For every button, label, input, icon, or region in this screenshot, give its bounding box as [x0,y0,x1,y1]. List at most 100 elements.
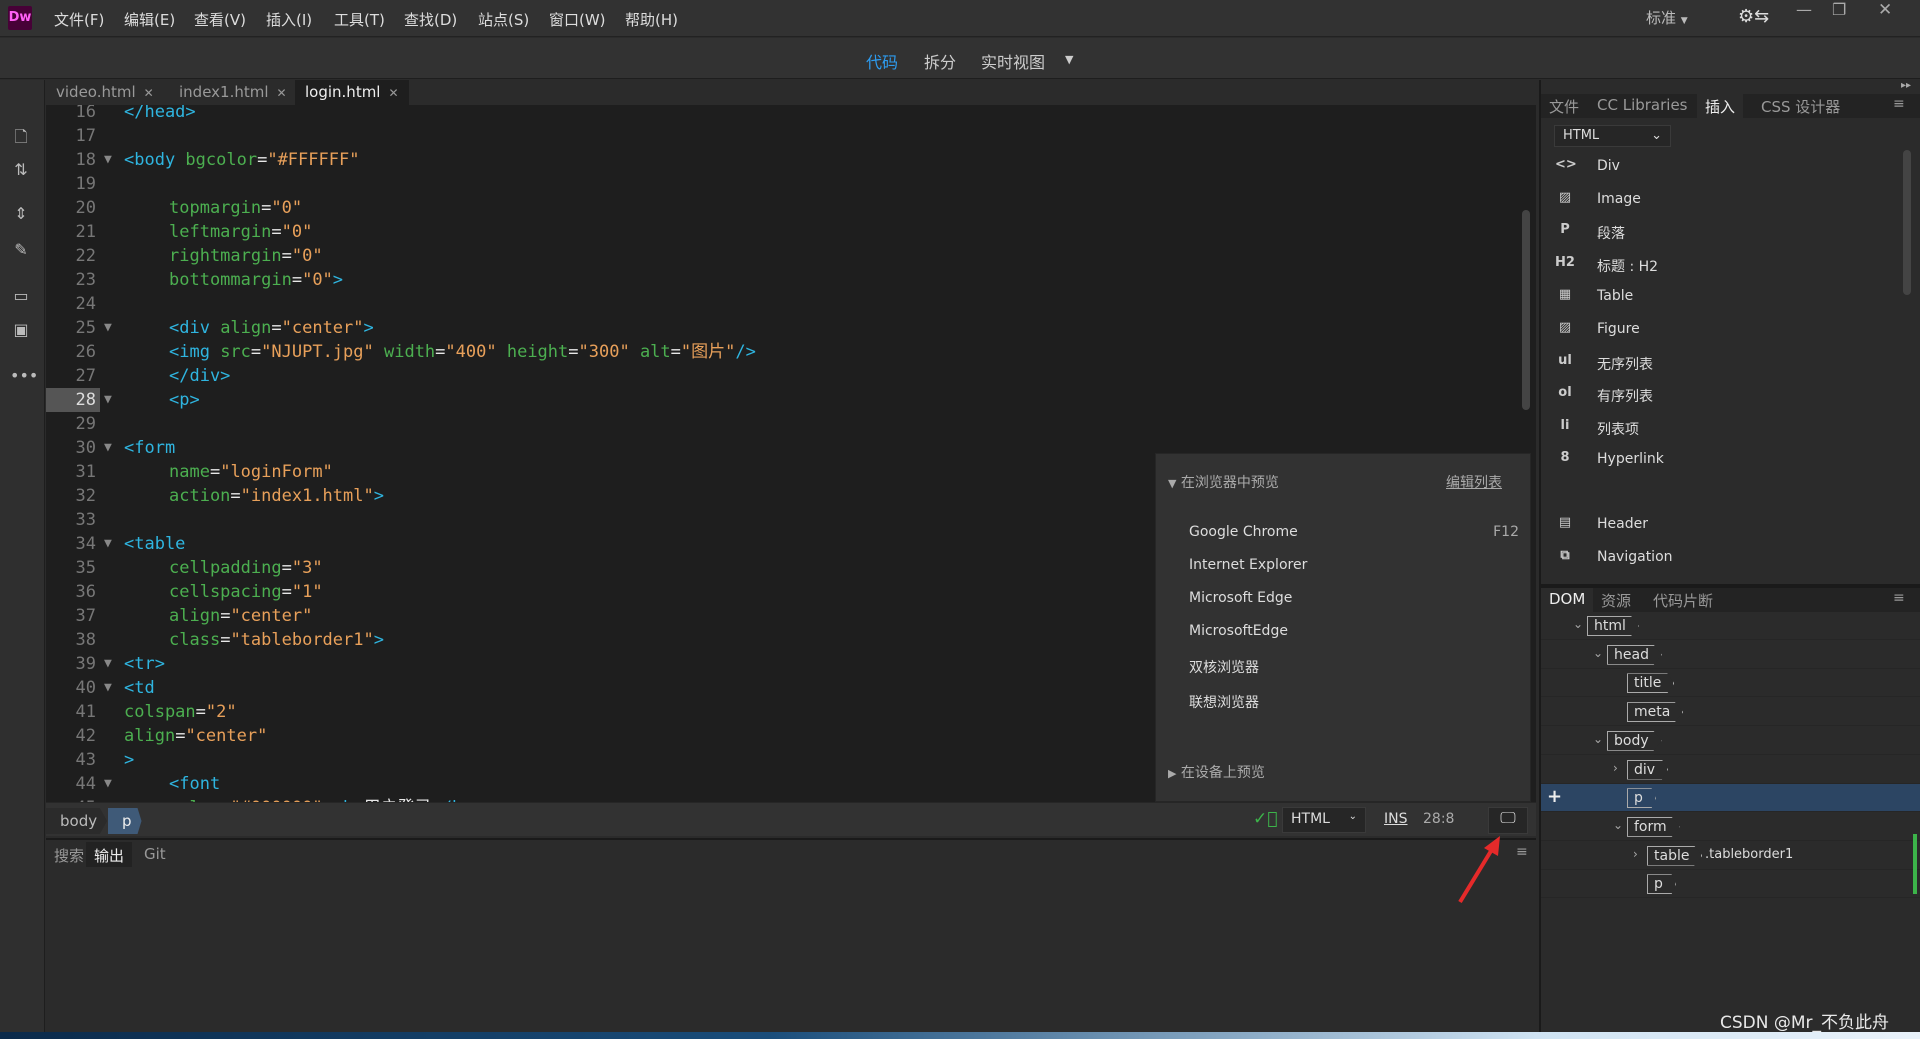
section-label: 在浏览器中预览 [1180,475,1279,491]
insert-scrollbar[interactable] [1903,150,1911,295]
add-element-icon[interactable]: + [1547,786,1562,807]
menu-item[interactable]: 文件(F) [54,9,104,30]
menu-item[interactable]: 帮助(H) [625,9,678,30]
tab-login-html[interactable]: login.html ✕ [295,80,409,105]
browser-item[interactable]: Microsoft Edge [1189,590,1519,606]
panel-tab[interactable]: 插入 [1697,94,1744,118]
insert-item[interactable]: ▨ Figure [1541,316,1901,346]
dom-panel-tab[interactable]: 资源 [1593,588,1639,612]
insert-item[interactable]: ⧉ Navigation [1541,544,1901,574]
dom-node[interactable]: p [1541,870,1920,899]
dom-node[interactable]: › table .tableborder1 [1541,842,1920,870]
insert-item[interactable]: 8 Hyperlink [1541,446,1901,476]
menu-item[interactable]: 站点(S) [478,9,529,30]
workspace-switcher[interactable]: 标准 ▼ [1646,7,1688,28]
chevron-down-icon[interactable]: ⌄ [1613,818,1623,832]
format-icon[interactable]: ✎ [10,240,32,262]
browser-item[interactable]: 联想浏览器 [1189,692,1519,712]
fold-arrow-icon[interactable]: ▼ [104,148,112,172]
menu-item[interactable]: 查找(D) [404,9,457,30]
more-icon[interactable]: ••• [10,366,38,388]
file-icon[interactable]: 🗋 [10,126,32,148]
sync-settings-icon[interactable]: ⚙⇆ [1738,6,1769,27]
insert-item[interactable]: ▨ Image [1541,186,1901,216]
insert-item[interactable]: ul 无序列表 [1541,349,1901,379]
insert-item[interactable]: <> Div [1541,153,1901,183]
code-view-button[interactable]: 代码 [866,49,898,73]
tab-video-html[interactable]: video.html ✕ [46,80,164,105]
fold-arrow-icon[interactable]: ▼ [104,436,112,460]
collapse-icon[interactable]: ▸▸ [1901,80,1911,91]
browser-item[interactable]: Google Chrome F12 [1189,524,1519,540]
preview-browser-section[interactable]: ▼ 在浏览器中预览 [1168,472,1279,492]
fold-arrow-icon[interactable]: ▼ [104,772,112,796]
close-icon[interactable]: ✕ [388,86,398,100]
breadcrumb-body[interactable]: body [46,808,108,834]
tab-index1-html[interactable]: index1.html ✕ [169,80,297,105]
caret-down-icon[interactable]: ▼ [1065,53,1073,66]
dom-panel-tab[interactable]: 代码片断 [1645,588,1721,612]
live-view-button[interactable]: 实时视图 [981,49,1045,73]
panel-menu-icon[interactable]: ≡ [1516,844,1528,860]
edit-list-link[interactable]: 编辑列表 [1446,472,1502,492]
chevron-right-icon[interactable]: › [1613,761,1618,775]
fold-arrow-icon[interactable]: ▼ [104,676,112,700]
menu-item[interactable]: 编辑(E) [124,9,175,30]
split-view-button[interactable]: 拆分 [924,49,956,73]
restore-icon[interactable]: ❐ [1832,0,1846,19]
dom-panel-tab[interactable]: DOM [1541,588,1594,612]
close-icon[interactable]: ✕ [144,86,154,100]
fold-arrow-icon[interactable]: ▼ [104,316,112,340]
dom-node[interactable]: meta [1541,698,1920,727]
panel-tab[interactable]: 文件 [1541,94,1587,118]
dom-node[interactable]: ⌄ form [1541,813,1920,841]
browser-item[interactable]: 双核浏览器 [1189,657,1519,677]
sort-icon[interactable]: ⇅ [10,160,32,182]
close-icon[interactable]: ✕ [1878,0,1892,20]
chevron-down-icon[interactable]: ⌄ [1593,732,1603,746]
insert-item[interactable]: ol 有序列表 [1541,381,1901,411]
chevron-right-icon[interactable]: › [1633,847,1638,861]
dom-node[interactable]: title [1541,669,1920,698]
fold-arrow-icon[interactable]: ▼ [104,388,112,412]
insert-item[interactable]: H2 标题 : H2 [1541,251,1901,281]
insert-category-select[interactable]: HTML ⌄ [1554,125,1671,147]
close-icon[interactable]: ✕ [277,86,287,100]
insert-item[interactable]: P 段落 [1541,218,1901,248]
insert-item[interactable]: ▦ Table [1541,283,1901,313]
insert-mode[interactable]: INS [1384,811,1408,827]
chevron-down-icon[interactable]: ⌄ [1593,646,1603,660]
fold-arrow-icon[interactable]: ▼ [104,652,112,676]
dom-node[interactable]: › div [1541,756,1920,784]
token-tag: <td [124,678,155,698]
browser-item[interactable]: MicrosoftEdge [1189,623,1519,639]
menu-item[interactable]: 插入(I) [266,9,312,30]
panel-menu-icon[interactable]: ≡ [1893,590,1905,606]
panel-tab[interactable]: CC Libraries [1589,94,1696,118]
dom-node[interactable]: ⌄ head [1541,641,1920,669]
browser-item[interactable]: Internet Explorer [1189,557,1519,573]
menu-item[interactable]: 工具(T) [334,9,385,30]
comment-icon[interactable]: ▭ [10,286,32,308]
minimize-icon[interactable]: — [1796,0,1812,19]
insert-item[interactable]: ▤ Header [1541,511,1901,541]
language-select[interactable]: HTML ⌄ [1282,807,1366,833]
menu-item[interactable]: 查看(V) [194,9,246,30]
insert-item[interactable]: li 列表项 [1541,414,1901,444]
menu-item[interactable]: 窗口(W) [549,9,606,30]
panel-tab[interactable]: CSS 设计器 [1753,94,1848,118]
dom-node[interactable]: ⌄ body [1541,727,1920,755]
remove-comment-icon[interactable]: ▣ [10,320,32,342]
vertical-scrollbar[interactable] [1522,210,1530,410]
panel-menu-icon[interactable]: ≡ [1893,96,1905,112]
breadcrumb-p[interactable]: p [108,808,142,834]
chevron-down-icon[interactable]: ⌄ [1573,617,1583,631]
preview-device-section[interactable]: ▶ 在设备上预览 [1168,762,1265,782]
output-tab[interactable]: Git [136,842,174,867]
expand-icon[interactable]: ⇕ [10,204,32,226]
fold-arrow-icon[interactable]: ▼ [104,532,112,556]
output-tab[interactable]: 输出 [86,842,133,867]
dom-node[interactable]: + p [1541,784,1920,813]
dom-scrollbar[interactable] [1913,834,1917,894]
dom-node[interactable]: ⌄ html [1541,612,1920,640]
